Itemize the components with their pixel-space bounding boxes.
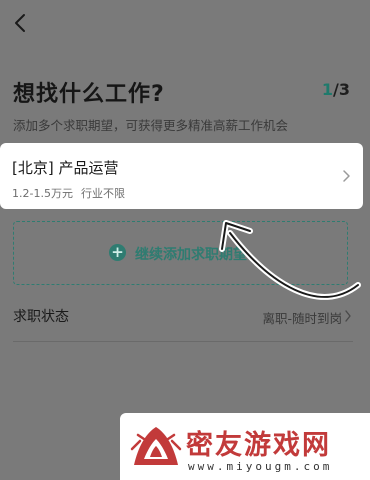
divider: [13, 341, 353, 342]
expectation-salary: 1.2-1.5万元: [12, 187, 73, 200]
watermark-url: www.miyougm.com: [188, 460, 333, 473]
watermark: 密友游戏网 www.miyougm.com: [120, 413, 370, 480]
expectation-title: [北京] 产品运营: [12, 159, 119, 177]
page-subtitle: 添加多个求职期望，可获得更多精准高薪工作机会: [13, 118, 289, 133]
step-indicator: 1/3: [322, 80, 350, 99]
watermark-title: 密友游戏网: [186, 430, 331, 461]
chevron-right-icon: [345, 310, 351, 322]
job-status-value: 离职-随时到岗: [262, 311, 342, 326]
step-total: /3: [333, 80, 350, 99]
miyou-logo: [130, 427, 182, 465]
job-expectation-card[interactable]: [北京] 产品运营 1.2-1.5万元 行业不限: [0, 143, 363, 209]
job-status-label: 求职状态: [13, 309, 69, 325]
job-status-row[interactable]: 求职状态 离职-随时到岗: [0, 300, 370, 340]
chevron-left-icon: [15, 14, 25, 32]
swipe-up-arrow-icon: [219, 220, 361, 300]
step-current: 1: [321, 80, 334, 99]
expectation-meta: 1.2-1.5万元 行业不限: [12, 185, 125, 201]
expectation-industry: 行业不限: [80, 187, 125, 200]
back-button[interactable]: [8, 10, 34, 36]
page-title: 想找什么工作?: [13, 82, 165, 107]
plus-circle-icon: +: [109, 244, 126, 261]
chevron-right-icon: [343, 170, 350, 182]
